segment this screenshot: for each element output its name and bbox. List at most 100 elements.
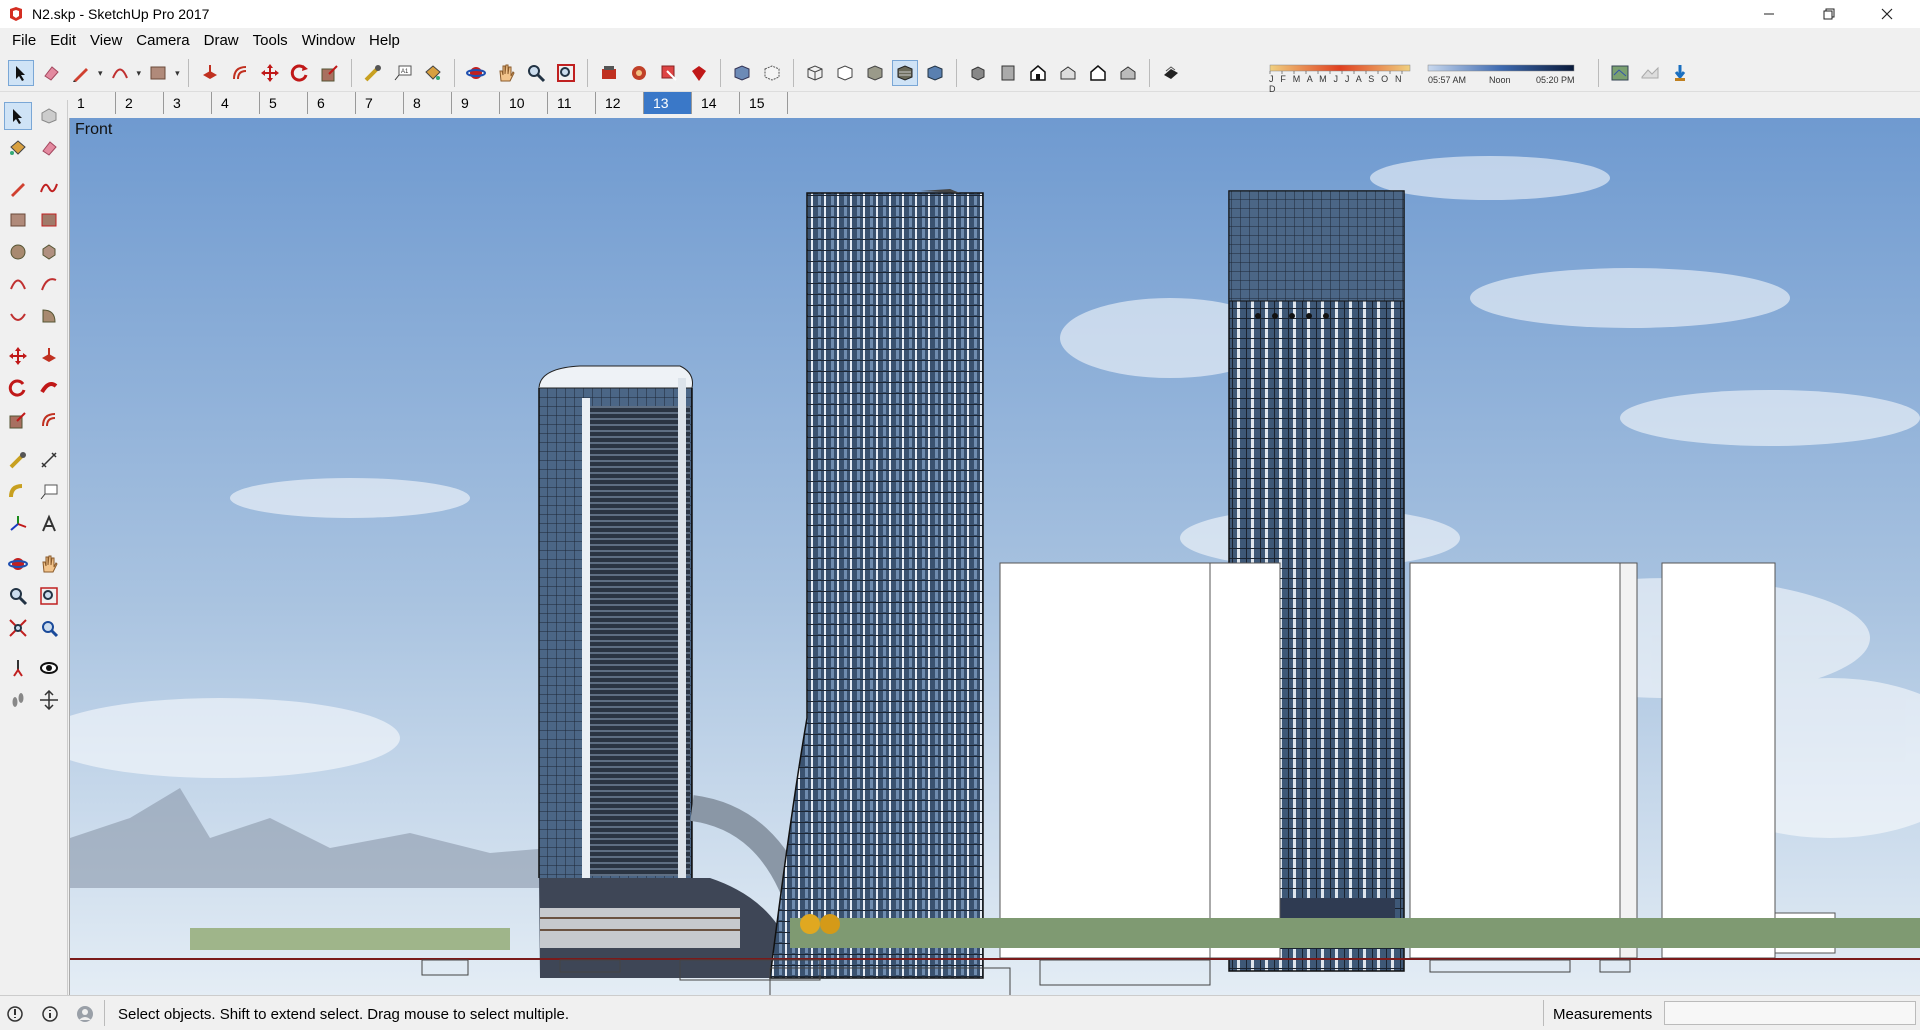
scene-tab-15[interactable]: 15 bbox=[740, 92, 788, 114]
axes-tool-button[interactable] bbox=[4, 510, 32, 538]
text-tool-button[interactable]: A1 bbox=[390, 60, 416, 86]
right-view-button[interactable] bbox=[1055, 60, 1081, 86]
left-view-button[interactable] bbox=[1115, 60, 1141, 86]
menu-edit[interactable]: Edit bbox=[43, 30, 83, 52]
look-around-button[interactable] bbox=[35, 654, 63, 682]
scene-tab-7[interactable]: 7 bbox=[356, 92, 404, 114]
menu-help[interactable]: Help bbox=[362, 30, 407, 52]
scene-tab-4[interactable]: 4 bbox=[212, 92, 260, 114]
protractor-tool-button[interactable] bbox=[4, 478, 32, 506]
eraser-tool-button[interactable] bbox=[35, 134, 63, 162]
text-tool-button[interactable] bbox=[35, 478, 63, 506]
scene-tab-5[interactable]: 5 bbox=[260, 92, 308, 114]
two-point-arc-tool-button[interactable] bbox=[35, 270, 63, 298]
minimize-button[interactable] bbox=[1746, 0, 1792, 28]
orbit-tool-button[interactable] bbox=[463, 60, 489, 86]
tape-measure-tool-button[interactable] bbox=[4, 446, 32, 474]
section-plane-button[interactable] bbox=[35, 686, 63, 714]
menu-tools[interactable]: Tools bbox=[246, 30, 295, 52]
wireframe-style-button[interactable] bbox=[802, 60, 828, 86]
freehand-tool-button[interactable] bbox=[35, 174, 63, 202]
scale-tool-button[interactable] bbox=[4, 406, 32, 434]
menu-file[interactable]: File bbox=[5, 30, 43, 52]
scene-tab-14[interactable]: 14 bbox=[692, 92, 740, 114]
xray-style-button[interactable] bbox=[729, 60, 755, 86]
back-edges-style-button[interactable] bbox=[759, 60, 785, 86]
back-view-button[interactable] bbox=[1085, 60, 1111, 86]
close-button[interactable] bbox=[1864, 0, 1910, 28]
share-component-button[interactable] bbox=[656, 60, 682, 86]
menu-draw[interactable]: Draw bbox=[197, 30, 246, 52]
pan-tool-button[interactable] bbox=[493, 60, 519, 86]
scene-tab-3[interactable]: 3 bbox=[164, 92, 212, 114]
share-model-button[interactable] bbox=[626, 60, 652, 86]
offset-tool-button[interactable] bbox=[227, 60, 253, 86]
scene-tab-9[interactable]: 9 bbox=[452, 92, 500, 114]
scene-tab-13[interactable]: 13 bbox=[644, 92, 692, 114]
dropdown-arrow-icon[interactable]: ▾ bbox=[98, 68, 103, 79]
line-tool-button[interactable] bbox=[68, 60, 94, 86]
sandbox-import-button[interactable] bbox=[1667, 60, 1693, 86]
extension-warehouse-button[interactable] bbox=[686, 60, 712, 86]
make-component-button[interactable] bbox=[35, 102, 63, 130]
scene-tab-2[interactable]: 2 bbox=[116, 92, 164, 114]
move-tool-button[interactable] bbox=[4, 342, 32, 370]
model-viewport[interactable]: Front bbox=[69, 118, 1920, 995]
walk-tool-button[interactable] bbox=[4, 686, 32, 714]
arc-tool-button[interactable] bbox=[4, 270, 32, 298]
zoom-extents-tool-button[interactable] bbox=[553, 60, 579, 86]
paint-bucket-tool-button[interactable] bbox=[420, 60, 446, 86]
follow-me-tool-button[interactable] bbox=[35, 374, 63, 402]
position-camera-button[interactable] bbox=[4, 654, 32, 682]
previous-view-button[interactable] bbox=[35, 614, 63, 642]
shaded-textures-style-button[interactable] bbox=[891, 60, 918, 86]
shaded-style-button[interactable] bbox=[862, 60, 888, 86]
shadow-date-slider[interactable]: J F M A M J J A S O N D bbox=[1268, 62, 1414, 94]
scene-tab-10[interactable]: 10 bbox=[500, 92, 548, 114]
select-tool-button[interactable] bbox=[4, 102, 32, 130]
move-tool-button[interactable] bbox=[257, 60, 283, 86]
circle-tool-button[interactable] bbox=[4, 238, 32, 266]
orbit-tool-button[interactable] bbox=[4, 550, 32, 578]
arc-tool-button[interactable] bbox=[107, 60, 133, 86]
rotate-tool-button[interactable] bbox=[4, 374, 32, 402]
polygon-tool-button[interactable] bbox=[35, 238, 63, 266]
geo-location-icon[interactable] bbox=[6, 1005, 24, 1023]
measurements-input[interactable] bbox=[1664, 1001, 1916, 1025]
monochrome-style-button[interactable] bbox=[922, 60, 948, 86]
scene-tab-12[interactable]: 12 bbox=[596, 92, 644, 114]
select-tool-button[interactable] bbox=[8, 60, 34, 86]
rotated-rectangle-tool-button[interactable] bbox=[35, 206, 63, 234]
hidden-line-style-button[interactable] bbox=[832, 60, 858, 86]
display-shadows-button[interactable] bbox=[1158, 60, 1184, 86]
toggle-terrain-button[interactable] bbox=[1637, 60, 1663, 86]
warehouse-button[interactable] bbox=[596, 60, 622, 86]
front-view-button[interactable] bbox=[1025, 60, 1051, 86]
scene-tab-11[interactable]: 11 bbox=[548, 92, 596, 114]
rectangle-tool-button[interactable] bbox=[4, 206, 32, 234]
line-tool-button[interactable] bbox=[4, 174, 32, 202]
shadow-time-slider[interactable]: 05:57 AM Noon 05:20 PM bbox=[1426, 62, 1578, 88]
menu-camera[interactable]: Camera bbox=[129, 30, 196, 52]
scale-tool-button[interactable] bbox=[317, 60, 343, 86]
menu-view[interactable]: View bbox=[83, 30, 129, 52]
add-location-button[interactable] bbox=[1607, 60, 1633, 86]
user-avatar-icon[interactable] bbox=[76, 1005, 94, 1023]
iso-view-button[interactable] bbox=[965, 60, 991, 86]
dropdown-arrow-icon[interactable]: ▾ bbox=[137, 68, 142, 79]
push-pull-tool-button[interactable] bbox=[35, 342, 63, 370]
pie-tool-button[interactable] bbox=[35, 302, 63, 330]
credits-info-icon[interactable] bbox=[41, 1005, 59, 1023]
zoom-tool-button[interactable] bbox=[4, 582, 32, 610]
dropdown-arrow-icon[interactable]: ▾ bbox=[175, 68, 180, 79]
menu-window[interactable]: Window bbox=[295, 30, 362, 52]
3d-text-tool-button[interactable] bbox=[35, 510, 63, 538]
eraser-tool-button[interactable] bbox=[38, 60, 64, 86]
scene-tab-8[interactable]: 8 bbox=[404, 92, 452, 114]
zoom-tool-button[interactable] bbox=[523, 60, 549, 86]
rotate-tool-button[interactable] bbox=[287, 60, 313, 86]
dimension-tool-button[interactable] bbox=[35, 446, 63, 474]
restore-button[interactable] bbox=[1806, 0, 1852, 28]
push-pull-tool-button[interactable] bbox=[197, 60, 223, 86]
zoom-window-tool-button[interactable] bbox=[35, 582, 63, 610]
